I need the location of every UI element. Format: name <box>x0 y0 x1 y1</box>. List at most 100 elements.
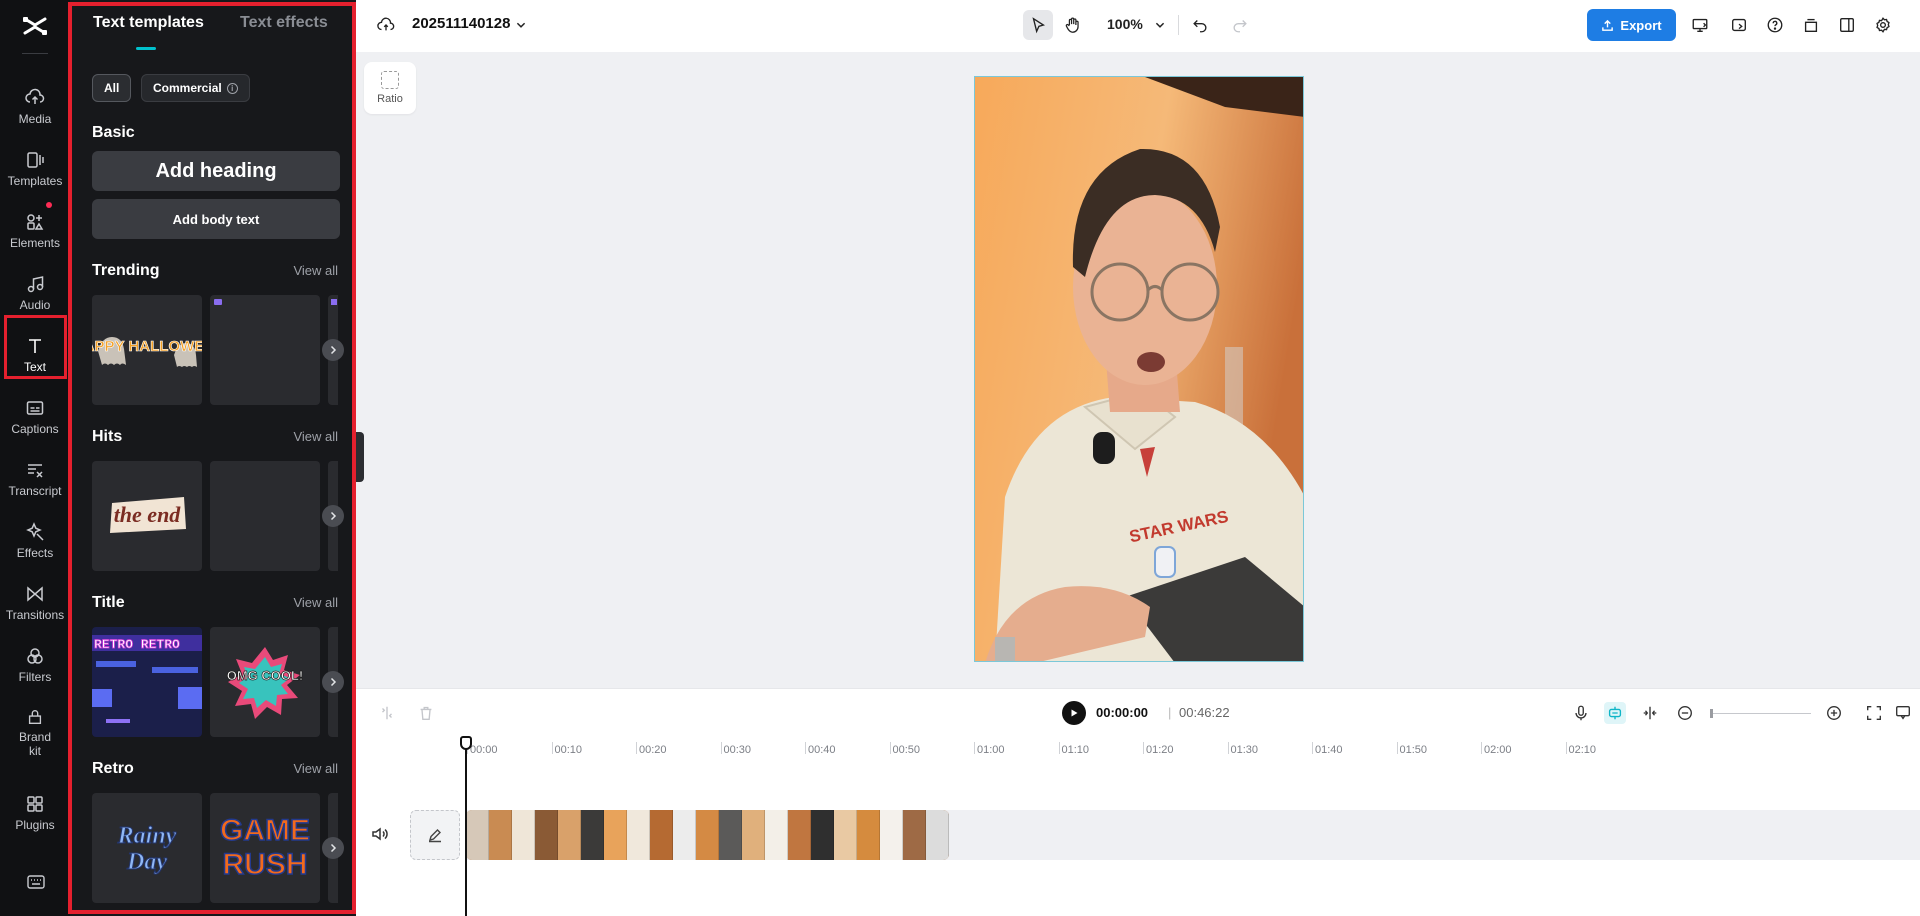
fit-timeline-button[interactable] <box>1863 702 1885 724</box>
split-screen-button[interactable] <box>1639 702 1661 724</box>
rail-item-transitions[interactable]: Transitions <box>0 574 70 634</box>
template-card-the-end[interactable]: the end <box>92 461 202 571</box>
rail-item-captions[interactable]: Captions <box>0 388 70 448</box>
filter-commercial-label: Commercial <box>153 81 222 95</box>
feedback-button[interactable] <box>1892 702 1914 724</box>
clip-thumbnail <box>926 810 949 860</box>
delete-button[interactable] <box>415 702 437 724</box>
captions-icon <box>26 401 44 415</box>
tab-text-templates[interactable]: Text templates <box>93 14 204 32</box>
elements-icon <box>27 214 44 230</box>
scroll-right-button[interactable] <box>322 505 344 527</box>
magnet-snap-button[interactable] <box>1604 702 1626 724</box>
ruler-tick-label: 01:40 <box>1315 744 1343 756</box>
cloud-sync-icon[interactable] <box>375 14 397 36</box>
rail-item-transcript[interactable]: Transcript <box>0 450 70 510</box>
timeline[interactable]: 00:00 00:10 00:20 00:30 00:40 00:50 01:00 01:10… <box>356 736 1920 916</box>
help-icon[interactable] <box>1764 14 1786 36</box>
chevron-right-icon <box>330 511 337 521</box>
ruler-tick-label: 02:00 <box>1484 744 1512 756</box>
capcut-logo-icon[interactable] <box>21 12 49 40</box>
filter-commercial[interactable]: Commercial i <box>141 74 250 102</box>
stack-layers-icon[interactable] <box>1800 14 1822 36</box>
microphone-button[interactable] <box>1570 702 1592 724</box>
playhead[interactable] <box>465 736 467 916</box>
track-mute-button[interactable] <box>370 824 390 844</box>
chevron-down-icon[interactable] <box>1149 14 1171 36</box>
zoom-slider[interactable] <box>1711 713 1811 714</box>
active-rail-highlight <box>4 315 67 379</box>
zoom-in-icon <box>1827 706 1841 720</box>
hand-icon <box>1065 17 1079 33</box>
media-check-icon[interactable] <box>1728 14 1750 36</box>
scroll-right-button[interactable] <box>322 339 344 361</box>
zoom-out-button[interactable] <box>1674 702 1696 724</box>
split-view-icon <box>1643 706 1657 720</box>
playhead-handle[interactable] <box>460 736 472 750</box>
brand-kit-icon <box>28 710 42 724</box>
settings-gear-icon[interactable] <box>1872 14 1894 36</box>
filter-all[interactable]: All <box>92 74 132 102</box>
keyboard-shortcuts-icon[interactable] <box>27 874 45 890</box>
template-card-retro[interactable]: RETRO RETRO <box>92 627 202 737</box>
template-card-rainy-day[interactable]: Rainy Day <box>92 793 202 903</box>
scroll-right-button[interactable] <box>322 837 344 859</box>
video-preview[interactable]: STAR WARS <box>974 76 1304 662</box>
rail-item-brand-kit[interactable]: Brand kit <box>0 698 70 758</box>
split-button[interactable] <box>376 702 398 724</box>
chevron-down-icon[interactable] <box>510 14 532 36</box>
rail-item-filters[interactable]: Filters <box>0 636 70 696</box>
rail-item-plugins[interactable]: Plugins <box>0 784 70 844</box>
view-all-trending[interactable]: View all <box>293 263 338 278</box>
template-card-game-rush[interactable]: GAME RUSH <box>210 793 320 903</box>
ruler-tick-label: 01:20 <box>1146 744 1174 756</box>
rail-item-label: Templates <box>7 174 63 188</box>
zoom-in-button[interactable] <box>1823 702 1845 724</box>
hand-tool-button[interactable] <box>1062 14 1084 36</box>
volume-icon <box>372 827 388 841</box>
ruler-tick-label: 01:50 <box>1399 744 1428 756</box>
add-body-text-button[interactable]: Add body text <box>92 199 340 239</box>
zoom-level[interactable]: 100% <box>1107 16 1143 32</box>
template-card-hits-2[interactable] <box>210 461 320 571</box>
template-card-trending-2[interactable] <box>210 295 320 405</box>
zoom-slider-handle[interactable] <box>1710 709 1713 718</box>
present-icon[interactable] <box>1689 14 1711 36</box>
info-icon[interactable]: i <box>226 82 238 94</box>
view-all-retro[interactable]: View all <box>293 761 338 776</box>
export-button[interactable]: Export <box>1587 9 1676 41</box>
redo-button[interactable] <box>1229 14 1251 36</box>
text-templates-panel: Text templates Text effects All Commerci… <box>70 0 356 916</box>
ratio-label: Ratio <box>377 93 403 105</box>
rail-item-effects[interactable]: Effects <box>0 512 70 572</box>
zoom-out-icon <box>1678 706 1692 720</box>
panel-collapse-handle[interactable] <box>356 432 364 482</box>
cover-edit-button[interactable] <box>410 810 460 860</box>
rail-item-elements[interactable]: Elements <box>0 202 70 262</box>
template-card-omg-cool[interactable]: OMG COOL! <box>210 627 320 737</box>
select-tool-button[interactable] <box>1023 10 1053 40</box>
video-clip[interactable] <box>466 810 949 860</box>
ruler-tick-mark <box>889 742 891 754</box>
tab-text-effects[interactable]: Text effects <box>240 14 328 32</box>
rail-item-media[interactable]: Media <box>0 78 70 138</box>
ratio-button[interactable]: Ratio <box>364 62 416 114</box>
ruler-tick-mark <box>1058 742 1060 754</box>
card-text: GAME RUSH <box>219 813 311 882</box>
play-button[interactable] <box>1062 701 1086 725</box>
panel-toggle-icon[interactable] <box>1836 14 1858 36</box>
ruler-tick-label: 00:50 <box>892 744 921 756</box>
template-card-happy-halloween[interactable]: HAPPY HALLOWEEN <box>92 295 202 405</box>
music-note-icon <box>27 276 44 293</box>
add-heading-button[interactable]: Add heading <box>92 151 340 191</box>
rail-item-label: Elements <box>9 236 61 250</box>
view-all-hits[interactable]: View all <box>293 429 338 444</box>
card-text: Rainy Day <box>117 823 177 876</box>
project-name[interactable]: 202511140128 <box>412 15 510 32</box>
scroll-right-button[interactable] <box>322 671 344 693</box>
top-bar: 202511140128 100% Export <box>356 0 1920 52</box>
chevron-right-icon <box>330 345 337 355</box>
rail-item-templates[interactable]: Templates <box>0 140 70 200</box>
undo-button[interactable] <box>1189 14 1211 36</box>
view-all-title[interactable]: View all <box>293 595 338 610</box>
